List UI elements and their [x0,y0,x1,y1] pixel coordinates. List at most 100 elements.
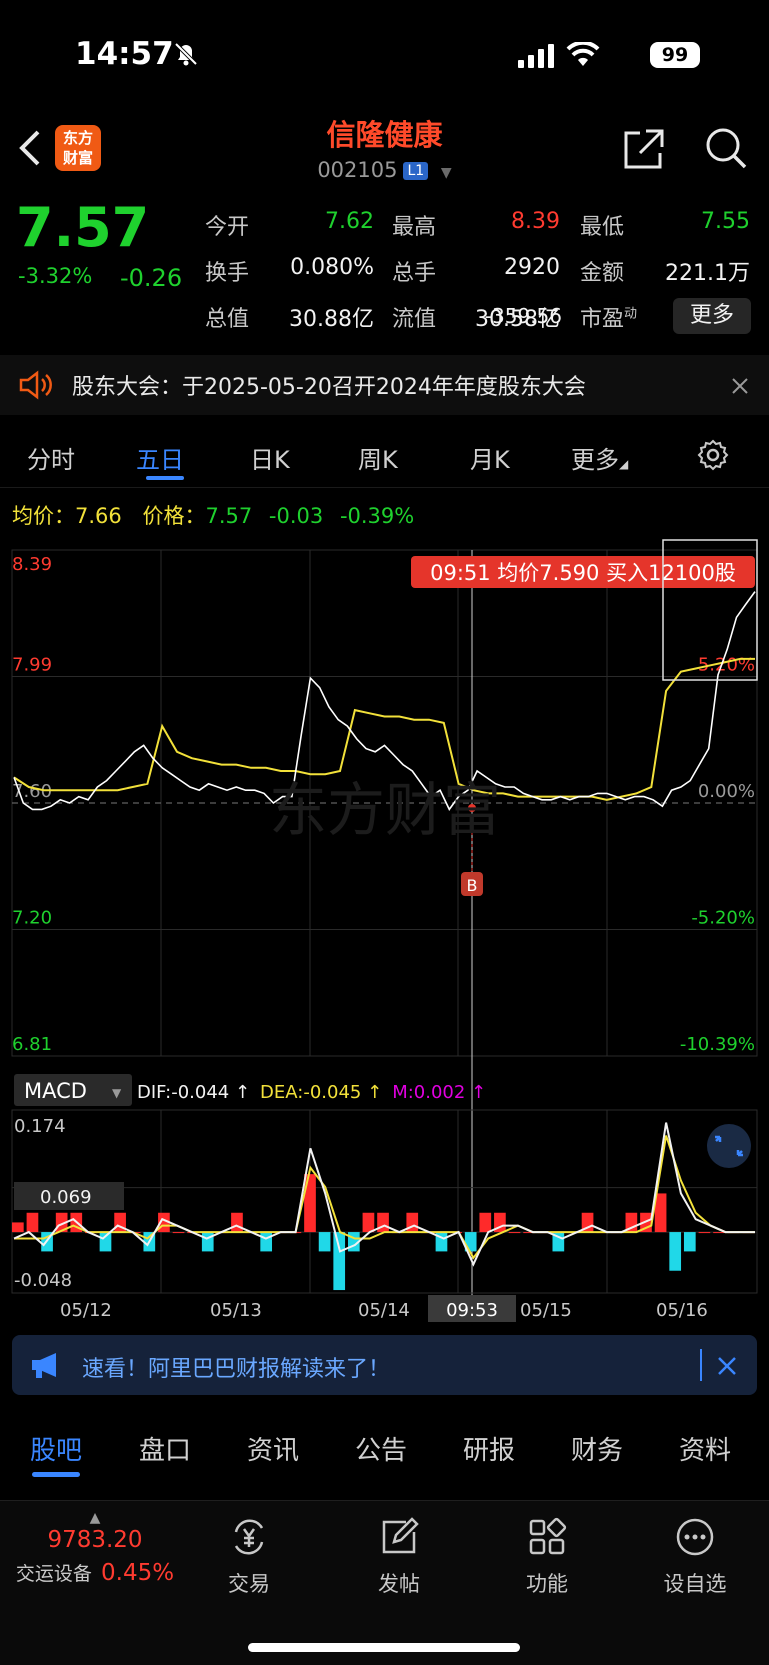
macd-histogram-bar [698,1232,711,1234]
quote-value: 7.62 [325,209,374,234]
macd-value-part: DIF: [137,1082,171,1103]
quote-value: 0.080% [290,255,374,280]
macd-label: MACD [24,1079,87,1103]
promo-banner[interactable]: 速看！阿里巴巴财报解读来了！ [12,1335,757,1395]
macd-y-tick: 0.174 [14,1116,66,1137]
stock-code: 002105 [317,158,398,182]
close-icon[interactable] [717,1356,737,1376]
x-axis-label: 05/12 [60,1300,112,1321]
buy-marker-label: B [467,876,478,895]
macd-y-tick: 0.069 [40,1187,92,1208]
tab-order-book[interactable]: 盘口 [139,1430,191,1467]
tab-profile[interactable]: 资料 [679,1430,731,1467]
expand-icon [707,1124,751,1168]
macd-value-part: -0.044 ↑ [171,1082,250,1103]
macd-values: DIF:-0.044 ↑ DEA:-0.045 ↑ M:0.002 ↑ [137,1082,486,1103]
macd-histogram-bar [669,1232,682,1271]
chart-period-tabs: 分时 五日 日K 周K 月K 更多◢ [0,422,769,488]
crosshair-time: 09:53 [446,1300,498,1321]
tab-more[interactable]: 更多◢ [571,440,628,475]
more-dots-icon [676,1518,714,1556]
wifi-icon [566,42,600,66]
notice-text: 股东大会：于2025-05-20召开2024年年度股东大会 [72,375,586,400]
macd-value-part: -0.045 ↑ [303,1082,382,1103]
nav-watchlist-settings[interactable]: 设自选 [650,1516,740,1598]
macd-value-part: 0.002 ↑ [414,1082,486,1103]
tab-finance[interactable]: 财务 [571,1430,623,1467]
tab-intraday[interactable]: 分时 [27,440,75,475]
signal-icon [518,44,554,68]
share-icon[interactable] [622,127,666,171]
dea-line [14,1135,755,1260]
quote-value: 8.39 [511,209,560,234]
quote-label: 最低 [580,215,625,240]
quote-label: 换手 [205,261,250,286]
mute-bell-icon [174,42,198,66]
y-tick-right: 5.20% [698,655,755,676]
megaphone-icon [32,1353,56,1378]
quote-label: 金额 [580,261,625,286]
y-tick-left: 8.39 [12,554,52,575]
quote-value: 7.55 [701,209,750,234]
last-price: 7.57 [16,196,150,259]
macd-histogram-bar [26,1212,39,1233]
tab-weekly-k[interactable]: 周K [358,440,398,475]
search-icon[interactable] [703,125,749,171]
x-axis-label: 05/16 [656,1300,708,1321]
tab-forum[interactable]: 股吧 [30,1430,82,1467]
index-ticker[interactable]: ▲ 9783.20 交运设备 0.45% [0,1511,190,1586]
macd-histogram-bar [12,1222,24,1233]
info-tabs: 股吧 盘口 资讯 公告 研报 财务 资料 [0,1410,769,1480]
tab-announcements[interactable]: 公告 [355,1430,407,1467]
close-icon[interactable] [731,377,749,395]
caret-up-icon: ▲ [89,1510,101,1526]
trade-tooltip: 09:51 均价7.590 买入12100股 [411,556,755,588]
y-tick-right: 0.00% [698,781,755,802]
index-value: 9783.20 [47,1527,143,1553]
macd-histogram-bar [318,1232,331,1252]
x-axis-label: 05/14 [358,1300,410,1321]
tab-underline [146,476,184,480]
tooltip-text: 09:51 均价7.590 买入12100股 [430,561,736,585]
macd-histogram-bar [683,1232,696,1252]
chevron-down-icon: ▼ [112,1086,122,1100]
tab-monthly-k[interactable]: 月K [470,440,510,475]
x-axis-label: 05/15 [520,1300,572,1321]
macd-histogram-bar [201,1232,214,1252]
macd-histogram-bar [231,1212,243,1233]
tab-underline [32,1472,80,1477]
five-day-chart[interactable]: 8.397.997.607.206.8110.39%5.20%0.00%-5.2… [0,532,769,1322]
macd-histogram-bar [172,1232,185,1234]
watermark-logo: 东方财富 [269,776,501,844]
y-tick-left: 6.81 [12,1034,52,1055]
quote-value: 2920 [504,255,560,280]
level-badge: L1 [403,162,429,180]
change-amount: -0.26 [120,264,183,292]
quote-label: 今开 [205,215,250,240]
y-tick-left: 7.99 [12,655,52,676]
nav-features[interactable]: 功能 [502,1516,592,1598]
gear-icon[interactable] [696,438,730,472]
tab-news[interactable]: 资讯 [247,1430,299,1467]
change-percent: -3.32% [18,264,93,288]
tab-research[interactable]: 研报 [463,1430,515,1467]
home-indicator [248,1643,520,1652]
y-tick-right: -10.39% [680,1034,755,1055]
macd-histogram-bar [333,1232,346,1291]
nav-post[interactable]: 发帖 [354,1516,444,1598]
quote-value: 221.1万 [665,261,750,286]
dif-line [13,1122,755,1267]
nav-trade[interactable]: 交易 [204,1516,294,1598]
status-time: 14:57 [75,36,174,72]
tab-five-day[interactable]: 五日 [136,440,184,475]
tab-daily-k[interactable]: 日K [250,440,290,475]
edit-post-icon [382,1517,419,1554]
promo-text: 速看！阿里巴巴财报解读来了！ [82,1357,391,1382]
more-quote-button[interactable]: 更多 [673,298,751,334]
index-name: 交运设备 [15,1563,92,1585]
macd-histogram-bar [362,1212,375,1233]
macd-y-tick: -0.048 [14,1270,72,1291]
notice-bar[interactable]: 股东大会：于2025-05-20召开2024年年度股东大会 [0,355,769,415]
grid-apps-icon [529,1517,567,1555]
y-tick-right: -5.20% [691,908,755,929]
